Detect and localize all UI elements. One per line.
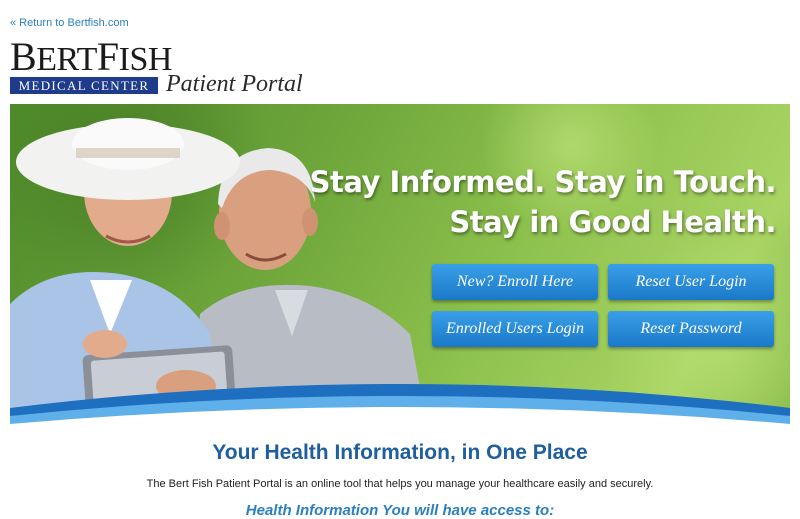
return-to-bertfish-link[interactable]: « Return to Bertfish.com bbox=[10, 17, 129, 29]
hero-headline: Stay Informed. Stay in Touch. Stay in Go… bbox=[309, 162, 777, 242]
decorative-wave bbox=[10, 384, 790, 440]
logo-medical-center-bar: MEDICAL CENTER bbox=[10, 77, 158, 94]
portal-title: Patient Portal bbox=[166, 71, 303, 97]
intro-text: The Bert Fish Patient Portal is an onlin… bbox=[146, 478, 654, 490]
headline-line-1: Stay Informed. Stay in Touch. bbox=[309, 165, 777, 199]
reset-user-login-button[interactable]: Reset User Login bbox=[608, 264, 774, 300]
headline-line-2: Stay in Good Health. bbox=[449, 205, 776, 239]
enrolled-users-login-button[interactable]: Enrolled Users Login bbox=[432, 311, 598, 347]
reset-password-button[interactable]: Reset Password bbox=[608, 311, 774, 347]
health-info-subheading: Health Information You will have access … bbox=[245, 502, 555, 519]
section-title: Your Health Information, in One Place bbox=[212, 441, 588, 464]
hero-banner: Stay Informed. Stay in Touch. Stay in Go… bbox=[10, 104, 790, 440]
new-enroll-here-button[interactable]: New? Enroll Here bbox=[432, 264, 598, 300]
logo-name: BERTFISH bbox=[10, 34, 172, 79]
